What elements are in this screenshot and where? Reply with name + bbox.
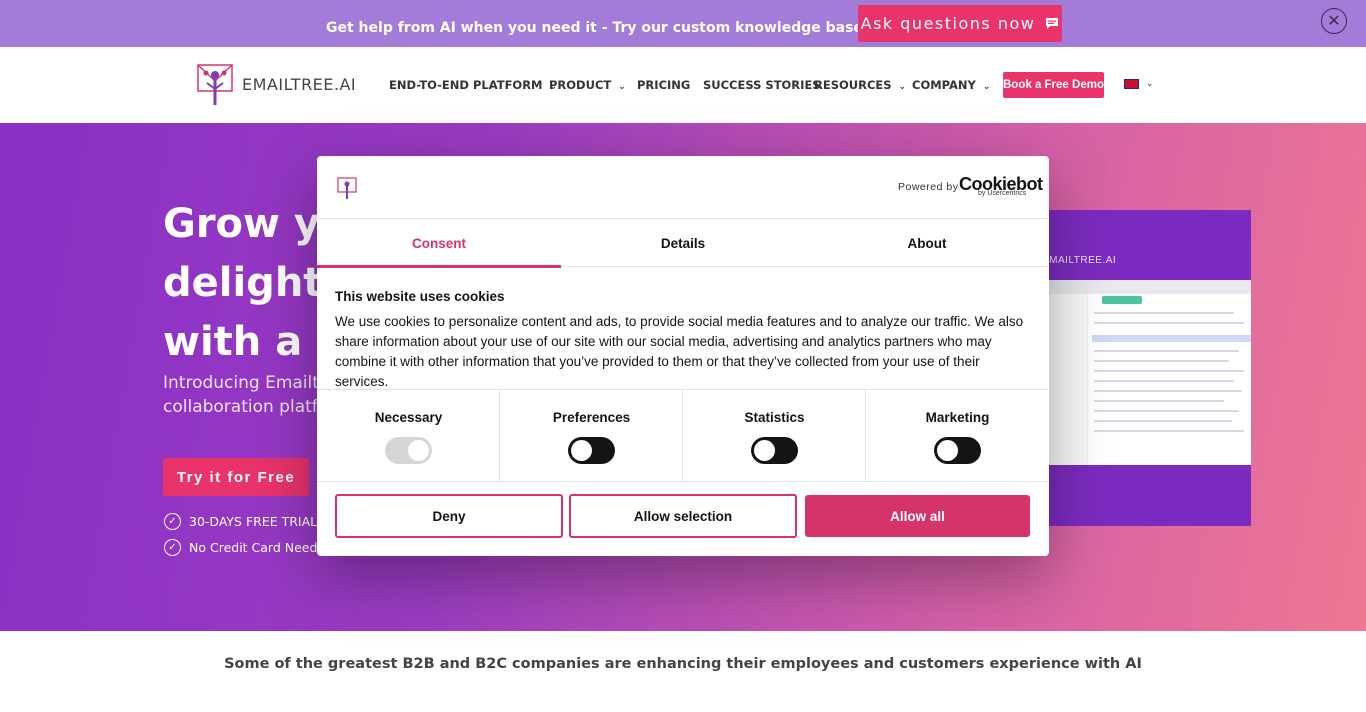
toggle-knob bbox=[754, 440, 775, 461]
category-label: Marketing bbox=[925, 410, 990, 425]
main-nav: EMAILTREE.AI END-TO-END PLATFORM ⌄ PRODUC… bbox=[0, 47, 1366, 123]
product-screen bbox=[1042, 280, 1251, 465]
allow-selection-button[interactable]: Allow selection bbox=[569, 494, 797, 538]
feature-check: ✓ No Credit Card Needed bbox=[164, 539, 333, 556]
chevron-down-icon: ⌄ bbox=[982, 82, 991, 92]
ask-questions-button[interactable]: Ask questions now bbox=[858, 5, 1062, 42]
powered-by-label: Powered by bbox=[898, 181, 959, 193]
toggle-knob bbox=[408, 440, 429, 461]
feature-check-label: No Credit Card Needed bbox=[189, 540, 334, 555]
brand-name: EMAILTREE.AI bbox=[242, 74, 357, 94]
nav-label: COMPANY bbox=[912, 78, 976, 92]
product-screenshot: EMAILTREE.AI bbox=[1030, 210, 1251, 526]
chevron-down-icon: ⌄ bbox=[618, 82, 626, 92]
allow-all-button[interactable]: Allow all bbox=[805, 495, 1030, 537]
nav-label: PRODUCT bbox=[549, 78, 612, 92]
category-statistics: Statistics bbox=[683, 390, 866, 482]
screen-highlight-row bbox=[1092, 335, 1251, 342]
cookie-consent-dialog: Powered by Cookiebot by Usercentrics Con… bbox=[317, 156, 1049, 556]
category-label: Preferences bbox=[552, 410, 631, 425]
site-logo-icon bbox=[337, 177, 357, 199]
tab-details[interactable]: Details bbox=[561, 219, 805, 267]
marketing-toggle[interactable] bbox=[934, 437, 981, 464]
hero-subtitle-line: collaboration platfo bbox=[163, 397, 329, 417]
feature-check: ✓ 30-DAYS FREE TRIAL bbox=[164, 513, 317, 530]
deny-button[interactable]: Deny bbox=[335, 494, 563, 538]
cookie-dialog-header: Powered by Cookiebot by Usercentrics bbox=[317, 156, 1049, 219]
toggle-knob bbox=[937, 440, 958, 461]
category-necessary: Necessary bbox=[317, 390, 500, 482]
nav-end-to-end-platform[interactable]: END-TO-END PLATFORM ⌄ bbox=[389, 78, 557, 92]
cookiebot-sublabel: by Usercentrics bbox=[978, 190, 1027, 197]
uk-flag-icon[interactable] bbox=[1124, 79, 1139, 89]
chat-bubble-icon bbox=[1046, 18, 1059, 29]
nav-resources[interactable]: RESOURCES ⌄ bbox=[814, 78, 906, 92]
category-preferences: Preferences bbox=[500, 390, 683, 482]
category-label: Necessary bbox=[374, 410, 443, 425]
check-circle-icon: ✓ bbox=[164, 513, 181, 530]
customers-tagline: Some of the greatest B2B and B2C compani… bbox=[224, 656, 1142, 672]
nav-label: END-TO-END PLATFORM bbox=[389, 78, 543, 92]
brand-logo[interactable]: EMAILTREE.AI bbox=[196, 61, 356, 107]
nav-label: PRICING bbox=[637, 78, 691, 92]
tab-consent[interactable]: Consent bbox=[317, 219, 561, 268]
nav-label: RESOURCES bbox=[814, 78, 892, 92]
chevron-down-icon[interactable]: ⌄ bbox=[1146, 78, 1154, 89]
cookie-description: We use cookies to personalize content an… bbox=[335, 314, 1024, 389]
category-label: Statistics bbox=[744, 410, 805, 425]
tab-about[interactable]: About bbox=[805, 219, 1049, 267]
nav-pricing[interactable]: PRICING bbox=[637, 78, 690, 92]
screen-row bbox=[1094, 312, 1234, 314]
toggle-knob bbox=[571, 440, 592, 461]
screen-row bbox=[1094, 380, 1234, 382]
screen-tag bbox=[1102, 296, 1142, 304]
product-logo: EMAILTREE.AI bbox=[1042, 255, 1117, 266]
screen-row bbox=[1094, 400, 1224, 402]
cookie-categories: Necessary Preferences Statistics Marketi… bbox=[317, 389, 1049, 482]
preferences-toggle[interactable] bbox=[568, 437, 615, 464]
try-free-button[interactable]: Try it for Free bbox=[163, 458, 309, 496]
close-icon[interactable]: ✕ bbox=[1321, 8, 1347, 34]
statistics-toggle[interactable] bbox=[751, 437, 798, 464]
screen-row bbox=[1094, 430, 1244, 432]
chevron-down-icon: ⌄ bbox=[898, 82, 907, 92]
screen-row bbox=[1094, 420, 1232, 422]
category-marketing: Marketing bbox=[866, 390, 1049, 482]
screen-row bbox=[1094, 350, 1239, 352]
screen-row bbox=[1094, 322, 1244, 324]
book-demo-button[interactable]: Book a Free Demo bbox=[1003, 72, 1104, 98]
screen-row bbox=[1094, 360, 1229, 362]
nav-product[interactable]: PRODUCT ⌄ bbox=[549, 78, 626, 92]
screen-row bbox=[1094, 390, 1242, 392]
check-circle-icon: ✓ bbox=[164, 539, 181, 556]
nav-success-stories[interactable]: SUCCESS STORIES bbox=[703, 78, 821, 92]
announcement-bar: Get help from AI when you need it - Try … bbox=[0, 0, 1366, 47]
necessary-toggle bbox=[385, 437, 432, 464]
hero-subtitle-line: Introducing Emailtr bbox=[163, 373, 326, 393]
screen-row bbox=[1094, 410, 1239, 412]
screen-row bbox=[1094, 370, 1244, 372]
tree-logo-icon bbox=[197, 64, 233, 105]
ask-questions-label: Ask questions now bbox=[860, 14, 1036, 33]
cookie-title: This website uses cookies bbox=[335, 289, 505, 304]
screen-toolbar bbox=[1042, 280, 1251, 294]
feature-check-label: 30-DAYS FREE TRIAL bbox=[189, 514, 318, 529]
cookie-tabs: Consent Details About bbox=[317, 219, 1049, 268]
nav-company[interactable]: COMPANY ⌄ bbox=[912, 78, 990, 92]
nav-label: SUCCESS STORIES bbox=[703, 78, 821, 92]
